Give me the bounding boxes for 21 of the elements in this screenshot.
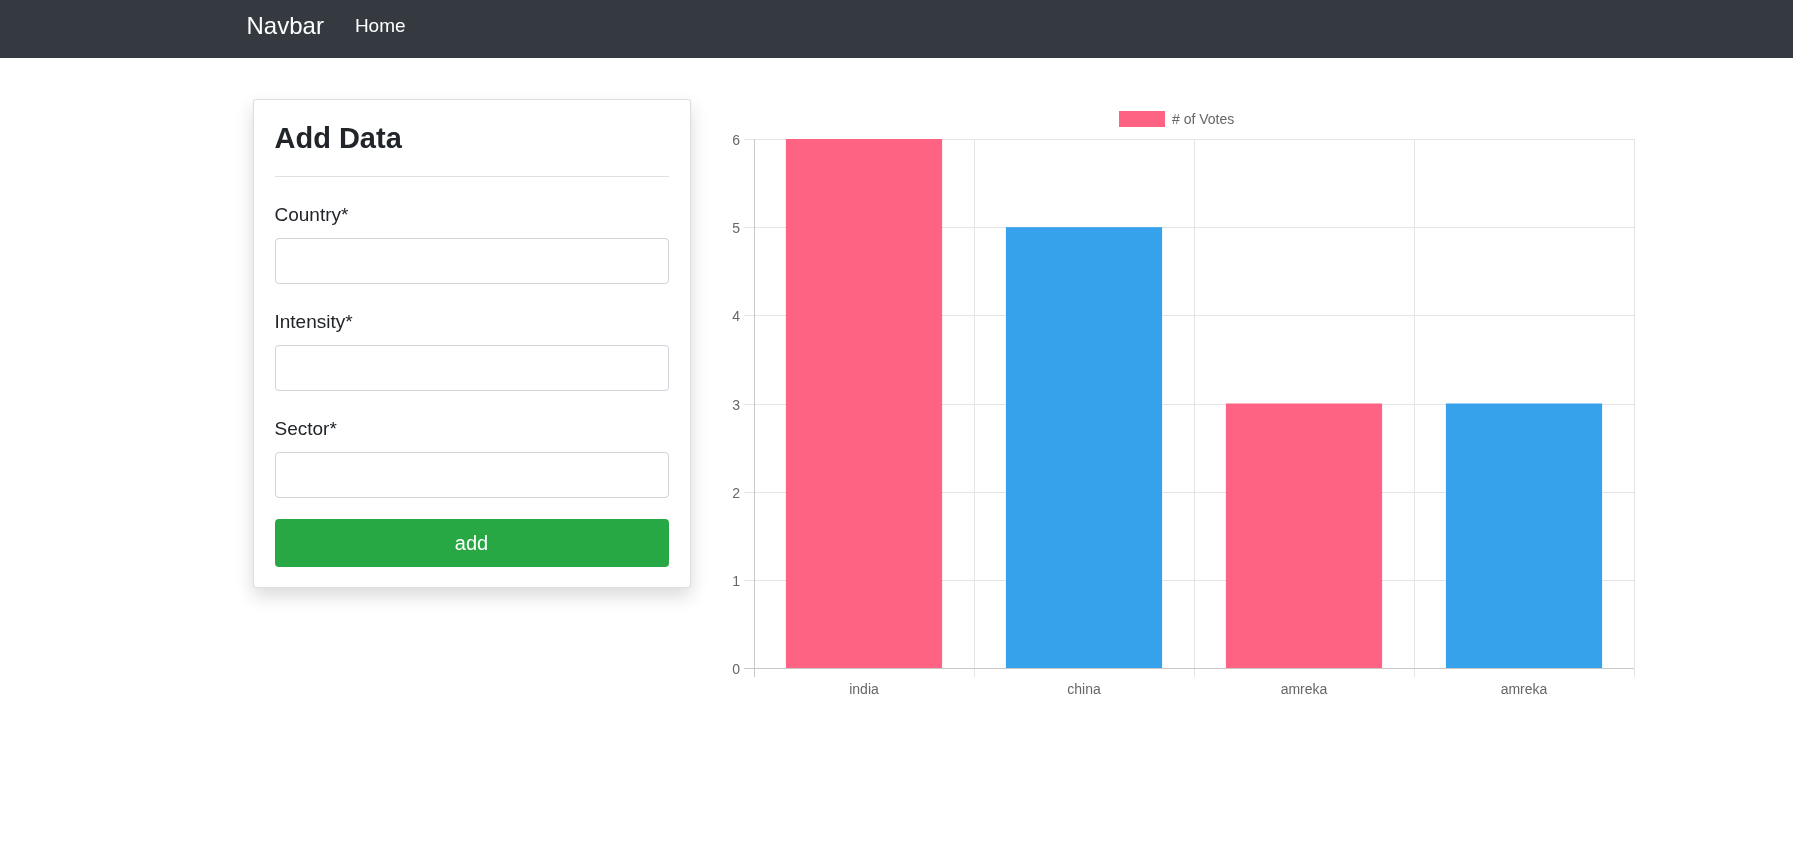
axis-tick-label: 1 [731, 572, 740, 589]
nav-link[interactable]: Home [354, 15, 406, 37]
field-label: Country* [274, 203, 350, 227]
axis-tick-label: 5 [731, 219, 740, 236]
legend-label: # of Votes [1171, 111, 1234, 127]
axis-tick-label: 3 [731, 396, 740, 413]
axis-tick-label: 2 [731, 484, 740, 501]
input-field[interactable] [274, 238, 669, 284]
field-label: Sector* [274, 417, 338, 441]
category-label: india [848, 681, 879, 697]
navbar-brand[interactable]: Navbar [246, 12, 324, 40]
category-label: china [1066, 681, 1101, 697]
axis-tick-label: 4 [731, 307, 740, 324]
axis-tick-label: 6 [731, 131, 740, 148]
input-field[interactable] [274, 452, 669, 498]
category-label: amreka [1500, 681, 1547, 697]
axis-tick-label: 0 [731, 660, 740, 677]
card-title: Add Data [274, 121, 403, 156]
category-label: amreka [1280, 681, 1327, 697]
input-field[interactable] [274, 345, 669, 391]
field-label: Intensity* [274, 310, 354, 334]
